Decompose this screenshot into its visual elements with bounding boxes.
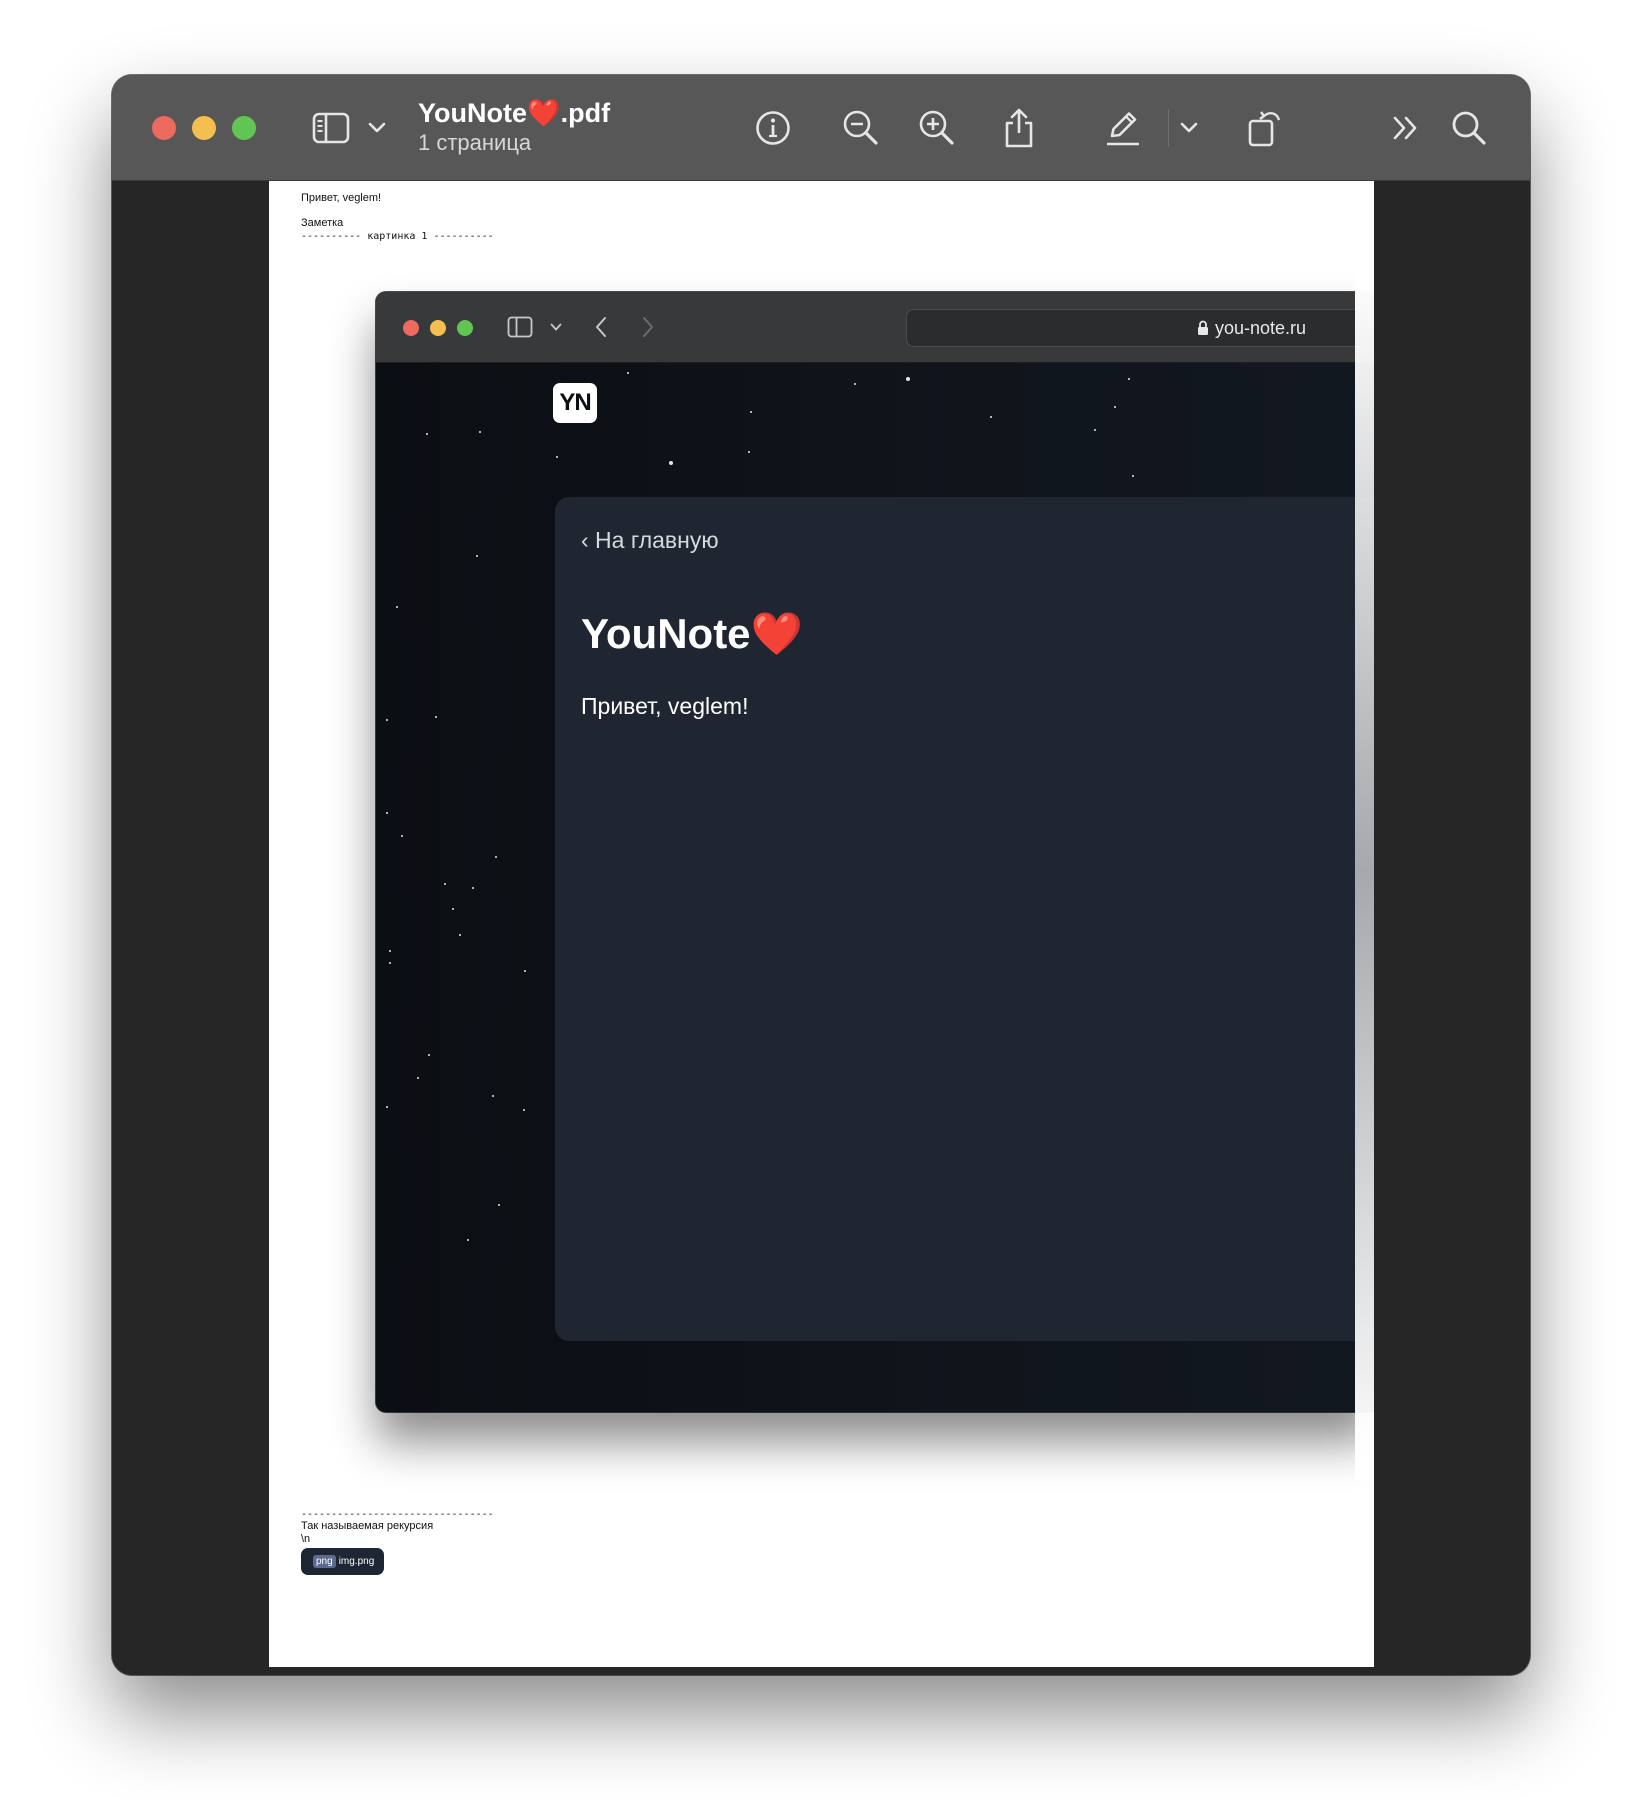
more-icon	[1393, 116, 1417, 140]
sidebar-toggle-button[interactable]	[307, 105, 355, 151]
search-button[interactable]	[1446, 105, 1492, 151]
rotate-icon	[1248, 111, 1281, 147]
pdf-image-header: ---------- картинка 1 ----------	[301, 231, 494, 242]
pdf-greeting: Привет, veglem!	[301, 192, 382, 204]
browser-forward-icon	[643, 317, 653, 337]
younote-logo: YN	[553, 383, 597, 423]
page-count: 1 страница	[418, 130, 532, 155]
info-icon	[756, 111, 790, 145]
zoom-out-button[interactable]	[838, 105, 884, 151]
pdf-caption: Так называемая рекурсия	[301, 1520, 434, 1532]
chevron-down-icon	[1180, 122, 1198, 133]
minimize-window-button[interactable]	[192, 116, 216, 140]
browser-toolbar: you-note.ru	[376, 292, 1374, 363]
markup-button[interactable]	[1100, 105, 1146, 151]
markup-options-button[interactable]	[1176, 105, 1202, 151]
toolbar: YouNote❤️.pdf 1 страница	[112, 75, 1530, 181]
chevron-down-icon	[368, 122, 386, 133]
pdf-newline-text: \n	[301, 1533, 311, 1545]
sidebar-options-button[interactable]	[364, 105, 390, 151]
pdf-section-label: Заметка	[301, 217, 344, 229]
attachment-filename: img.png	[338, 1556, 375, 1567]
browser-close-dot	[403, 320, 419, 336]
rotate-button[interactable]	[1242, 105, 1288, 151]
attachment-chip[interactable]: png img.png	[301, 1548, 385, 1575]
zoom-window-button[interactable]	[232, 116, 256, 140]
share-icon	[1005, 108, 1033, 148]
preview-window: YouNote❤️.pdf 1 страница Привет, veglem!…	[112, 75, 1530, 1675]
zoom-in-icon	[919, 110, 954, 145]
browser-zoom-dot	[457, 320, 473, 336]
embedded-browser-screenshot: you-note.ru YN ‹ На главную YouNote❤️ Пр…	[376, 292, 1374, 1412]
document-title: YouNote❤️.pdf	[418, 98, 611, 128]
browser-back-icon	[596, 317, 606, 337]
toolbar-separator	[1168, 109, 1169, 147]
browser-minimize-dot	[430, 320, 446, 336]
search-icon	[1452, 111, 1486, 145]
sidebar-icon	[312, 112, 350, 144]
document-area[interactable]: Привет, veglem! Заметка ---------- карти…	[112, 181, 1530, 1675]
lock-icon	[1198, 320, 1208, 335]
document-title-block: YouNote❤️.pdf 1 страница	[418, 97, 610, 157]
browser-chevron-down-icon	[550, 323, 562, 331]
close-window-button[interactable]	[152, 116, 176, 140]
pdf-page[interactable]: Привет, veglem! Заметка ---------- карти…	[269, 181, 1374, 1667]
image-edge-fade	[1355, 261, 1374, 1481]
browser-sidebar-icon	[507, 316, 533, 338]
more-tools-button[interactable]	[1386, 105, 1426, 151]
info-button[interactable]	[750, 105, 796, 151]
browser-url: you-note.ru	[1215, 318, 1307, 338]
back-to-home-link: ‹ На главную	[581, 527, 719, 553]
share-button[interactable]	[996, 105, 1042, 151]
note-title: YouNote❤️	[581, 610, 803, 657]
attachment-type-badge: png	[313, 1555, 336, 1568]
note-card: ‹ На главную YouNote❤️ Привет, veglem!	[555, 497, 1374, 1341]
browser-address-bar: you-note.ru	[906, 309, 1374, 347]
note-body: Привет, veglem!	[581, 693, 749, 719]
zoom-in-button[interactable]	[914, 105, 960, 151]
markup-pen-icon	[1107, 112, 1139, 146]
zoom-out-icon	[843, 110, 878, 145]
starfield-background: YN ‹ На главную YouNote❤️ Привет, veglem…	[376, 363, 1374, 1412]
